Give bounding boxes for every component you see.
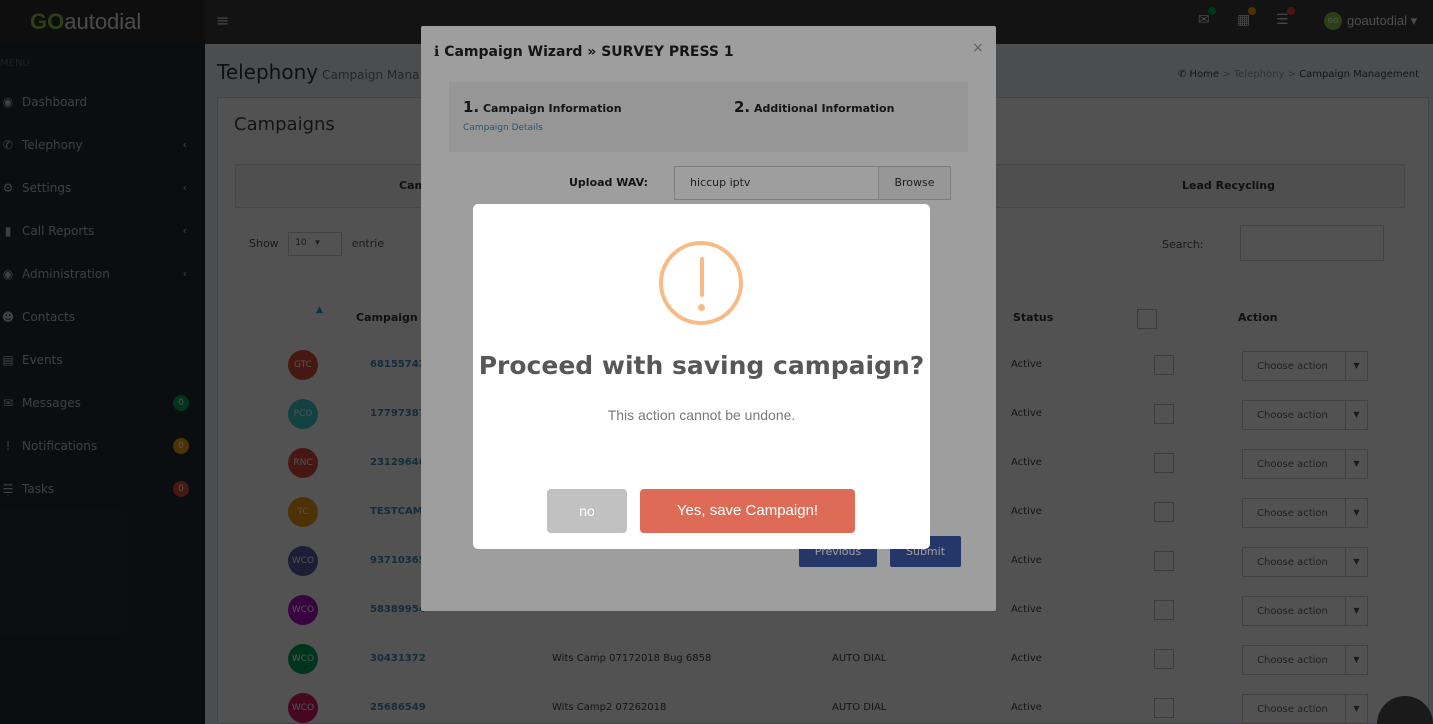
alert-text: This action cannot be undone.: [607, 407, 796, 423]
warning-icon: [659, 241, 743, 325]
cancel-button[interactable]: no: [547, 489, 627, 533]
confirm-dialog: Proceed with saving campaign? This actio…: [473, 204, 930, 549]
confirm-save-button[interactable]: Yes, save Campaign!: [640, 489, 855, 533]
alert-title: Proceed with saving campaign?: [478, 351, 925, 380]
